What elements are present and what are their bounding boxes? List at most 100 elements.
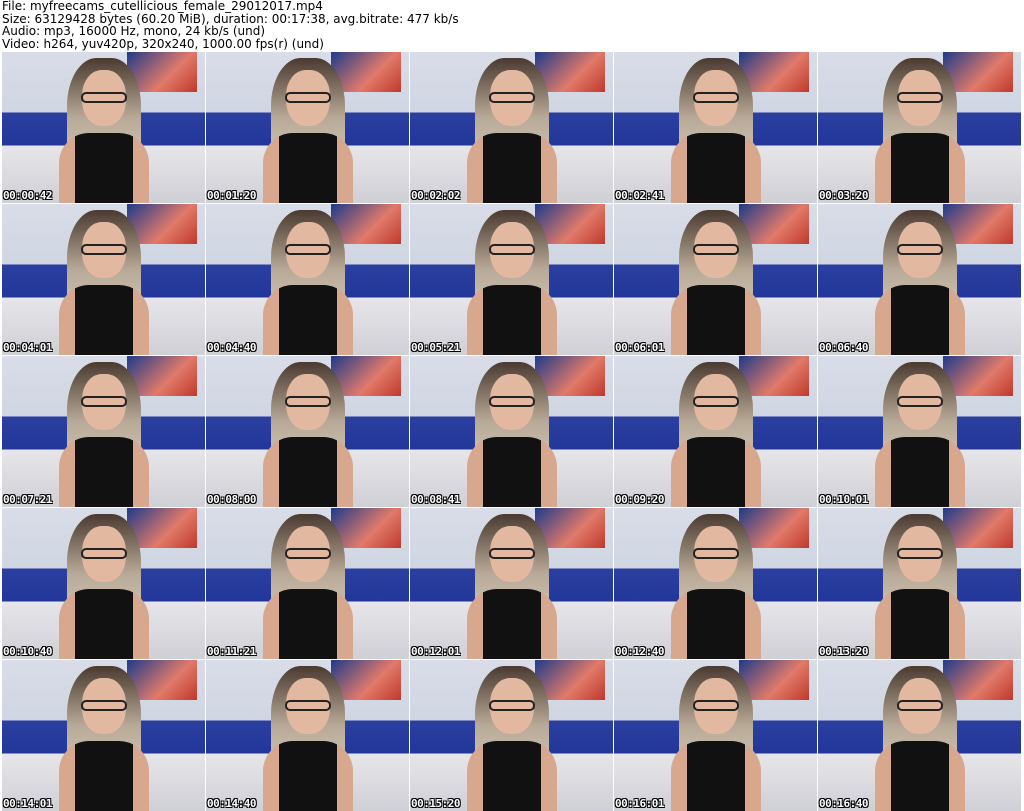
file-name: File: myfreecams_cutellicious_female_290…	[2, 0, 323, 13]
video-thumbnail: 00:14:01	[2, 660, 205, 811]
timestamp: 00:08:41	[411, 493, 460, 506]
glasses	[488, 548, 535, 559]
person-body	[58, 437, 149, 507]
video-thumbnail: 00:04:40	[206, 204, 409, 355]
glasses	[284, 700, 331, 711]
video-thumbnail: 00:01:20	[206, 52, 409, 203]
video-thumbnail: 00:10:01	[818, 356, 1021, 507]
video-thumbnail: 00:12:40	[614, 508, 817, 659]
person-body	[262, 589, 353, 659]
glasses	[284, 396, 331, 407]
timestamp: 00:05:21	[411, 341, 460, 354]
video-thumbnail: 00:08:41	[410, 356, 613, 507]
timestamp: 00:14:40	[207, 797, 256, 810]
timestamp: 00:00:42	[3, 189, 52, 202]
glasses	[284, 548, 331, 559]
video-thumbnail: 00:02:41	[614, 52, 817, 203]
glasses	[488, 700, 535, 711]
glasses	[896, 244, 943, 255]
timestamp: 00:09:20	[615, 493, 664, 506]
video-thumbnail: 00:06:01	[614, 204, 817, 355]
person-body	[874, 589, 965, 659]
glasses	[80, 92, 127, 103]
timestamp: 00:08:00	[207, 493, 256, 506]
person-body	[262, 741, 353, 811]
person-body	[670, 741, 761, 811]
video-thumbnail: 00:12:01	[410, 508, 613, 659]
glasses	[896, 700, 943, 711]
person-body	[466, 285, 557, 355]
person-body	[874, 741, 965, 811]
glasses	[692, 700, 739, 711]
timestamp: 00:03:20	[819, 189, 868, 202]
glasses	[80, 548, 127, 559]
video-info: Video: h264, yuv420p, 320x240, 1000.00 f…	[2, 36, 324, 51]
person-body	[58, 741, 149, 811]
glasses	[896, 548, 943, 559]
timestamp: 00:02:02	[411, 189, 460, 202]
video-thumbnail: 00:16:40	[818, 660, 1021, 811]
timestamp: 00:14:01	[3, 797, 52, 810]
person-body	[262, 437, 353, 507]
timestamp: 00:01:20	[207, 189, 256, 202]
video-thumbnail: 00:10:40	[2, 508, 205, 659]
timestamp: 00:12:01	[411, 645, 460, 658]
person-body	[466, 133, 557, 203]
person-body	[874, 437, 965, 507]
timestamp: 00:04:40	[207, 341, 256, 354]
person-body	[58, 133, 149, 203]
glasses	[488, 396, 535, 407]
glasses	[80, 396, 127, 407]
glasses	[896, 92, 943, 103]
timestamp: 00:06:01	[615, 341, 664, 354]
timestamp: 00:13:20	[819, 645, 868, 658]
person-body	[670, 589, 761, 659]
timestamp: 00:16:01	[615, 797, 664, 810]
person-body	[874, 133, 965, 203]
timestamp: 00:12:40	[615, 645, 664, 658]
timestamp: 00:15:20	[411, 797, 460, 810]
person-body	[262, 285, 353, 355]
person-body	[670, 133, 761, 203]
video-thumbnail: 00:02:02	[410, 52, 613, 203]
video-thumbnail: 00:14:40	[206, 660, 409, 811]
person-body	[58, 589, 149, 659]
timestamp: 00:11:21	[207, 645, 256, 658]
glasses	[488, 92, 535, 103]
glasses	[896, 396, 943, 407]
video-thumbnail: 00:03:20	[818, 52, 1021, 203]
glasses	[488, 244, 535, 255]
audio-info: Audio: mp3, 16000 Hz, mono, 24 kb/s (und…	[2, 24, 266, 38]
file-info-header: File: myfreecams_cutellicious_female_290…	[2, 0, 459, 50]
person-body	[466, 589, 557, 659]
person-body	[466, 741, 557, 811]
glasses	[692, 396, 739, 407]
video-thumbnail: 00:09:20	[614, 356, 817, 507]
video-thumbnail: 00:05:21	[410, 204, 613, 355]
video-thumbnail: 00:04:01	[2, 204, 205, 355]
person-body	[262, 133, 353, 203]
timestamp: 00:10:01	[819, 493, 868, 506]
video-thumbnail: 00:00:42	[2, 52, 205, 203]
person-body	[874, 285, 965, 355]
video-thumbnail: 00:06:40	[818, 204, 1021, 355]
timestamp: 00:06:40	[819, 341, 868, 354]
video-thumbnail: 00:15:20	[410, 660, 613, 811]
video-thumbnail: 00:08:00	[206, 356, 409, 507]
timestamp: 00:07:21	[3, 493, 52, 506]
person-body	[670, 437, 761, 507]
video-thumbnail: 00:11:21	[206, 508, 409, 659]
thumbnail-grid: 00:00:42 00:01:20 00:02:02 00:02:41 00:03:20…	[2, 52, 1021, 811]
video-thumbnail: 00:16:01	[614, 660, 817, 811]
video-thumbnail: 00:13:20	[818, 508, 1021, 659]
glasses	[284, 92, 331, 103]
person-body	[670, 285, 761, 355]
timestamp: 00:04:01	[3, 341, 52, 354]
timestamp: 00:10:40	[3, 645, 52, 658]
timestamp: 00:16:40	[819, 797, 868, 810]
glasses	[80, 244, 127, 255]
video-thumbnail: 00:07:21	[2, 356, 205, 507]
glasses	[284, 244, 331, 255]
person-body	[466, 437, 557, 507]
person-body	[58, 285, 149, 355]
